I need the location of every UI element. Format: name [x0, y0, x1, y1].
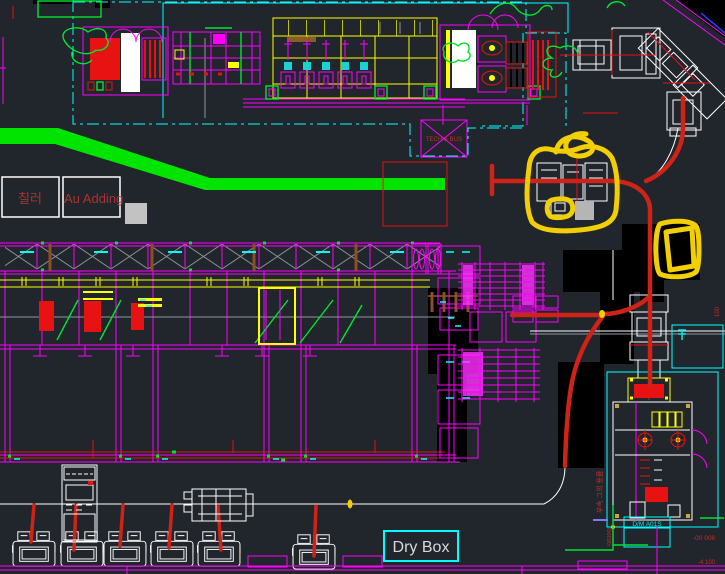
cart-red-strokes	[31, 505, 316, 556]
top-equipment-assembly	[0, 0, 725, 136]
blue-cell-rack	[652, 412, 682, 427]
zone-labels: 칠러 Au Adding	[2, 177, 147, 224]
feeder-section	[173, 28, 260, 84]
wheel-units	[638, 430, 685, 450]
bottom-machine-row	[12, 465, 335, 569]
flow-note: 부속 그외 용품	[595, 470, 604, 513]
dim-note-2: -00 008	[693, 535, 715, 542]
conveyor-rails	[243, 86, 540, 107]
door-swings	[692, 430, 707, 468]
au-adding-label: Au Adding	[64, 191, 123, 206]
crossed-area-label: TECH & BUS	[426, 137, 462, 143]
cad-viewport[interactable]: D/M A01S 칠러 Au Adding TECH & BUS	[0, 0, 725, 574]
room-label: D/M A01S	[632, 521, 662, 528]
transfer-chain	[560, 28, 725, 136]
room-label-box: D/M A01S	[624, 517, 670, 547]
reserved-red-box	[383, 162, 447, 226]
dry-box-label: Dry Box	[393, 539, 450, 556]
dim-note-1: (00100)	[607, 527, 613, 546]
reserved-areas: TECH & BUS	[383, 120, 467, 226]
chiller-label: 칠러	[18, 191, 42, 206]
dim-note-3: -4 100	[698, 560, 716, 566]
edge-note: 100	[715, 306, 721, 317]
green-walkway-band	[0, 128, 445, 190]
oven-line	[273, 18, 437, 98]
dry-box-label-box: Dry Box	[384, 531, 458, 561]
loader-machine	[63, 27, 168, 95]
gray-panel-right	[575, 201, 594, 220]
oven-stations	[281, 40, 371, 88]
utility-assembly	[440, 15, 556, 125]
crossed-area-box: TECH & BUS	[421, 120, 467, 157]
cad-drawing: D/M A01S 칠러 Au Adding TECH & BUS	[0, 0, 725, 574]
gray-panel-left	[125, 203, 147, 224]
bottom-rails	[0, 452, 725, 574]
